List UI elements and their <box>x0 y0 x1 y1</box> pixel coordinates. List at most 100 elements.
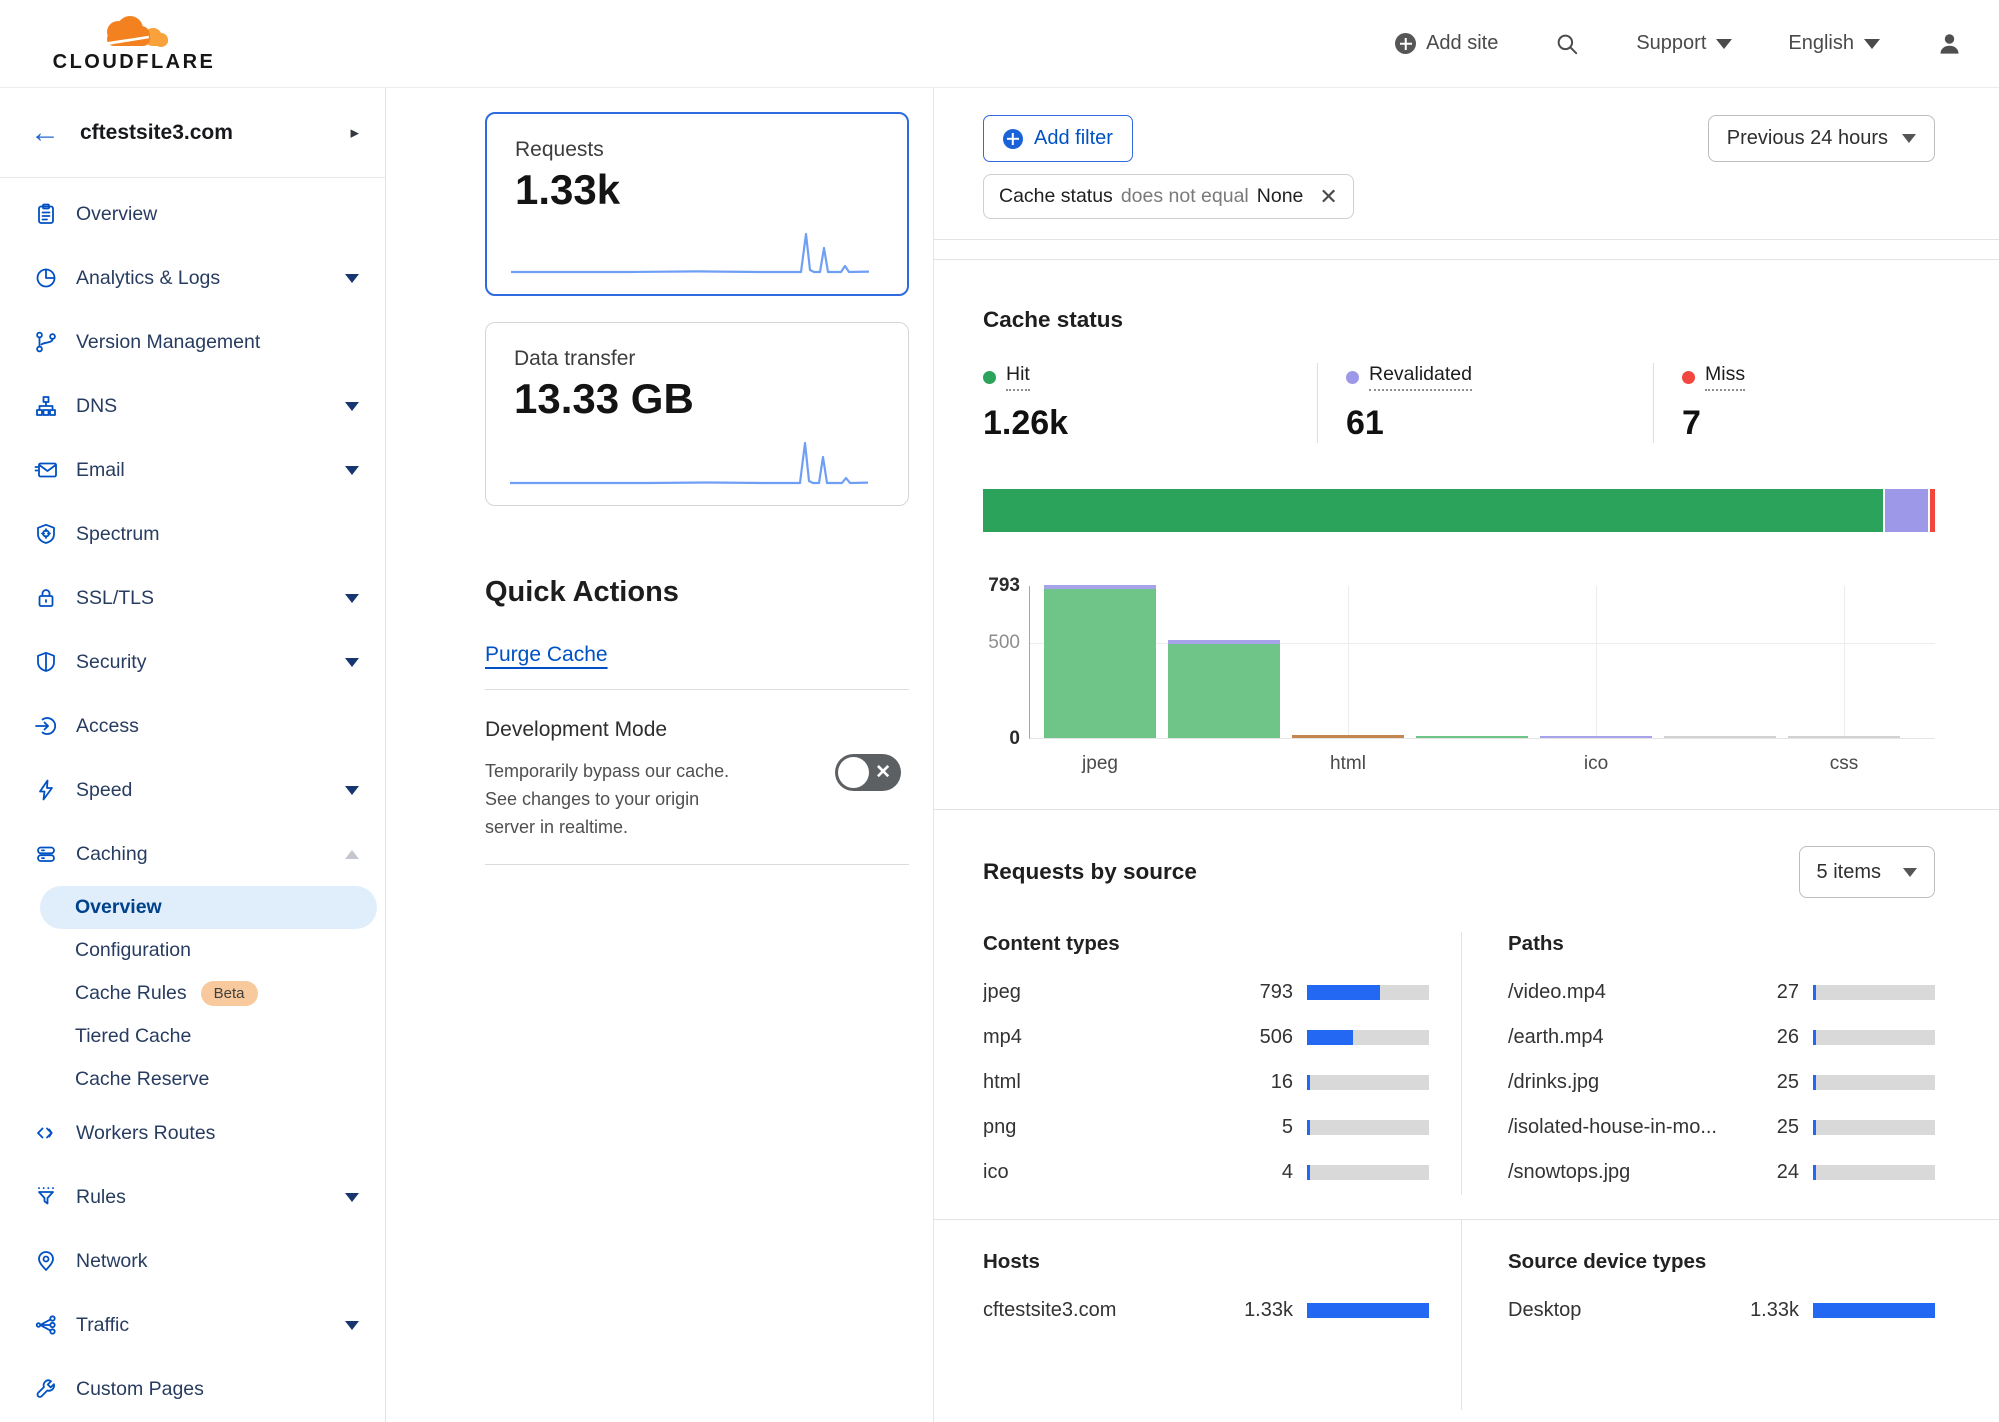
add-site-button[interactable]: Add site <box>1395 32 1498 55</box>
chevron-up-icon <box>345 850 359 859</box>
cache-bar-chart-plot: 7935000jpeghtmlicocss <box>1029 586 1935 739</box>
sidebar-item-ssl-tls[interactable]: SSL/TLS <box>0 566 385 630</box>
chevron-right-icon[interactable]: ▸ <box>350 123 359 143</box>
development-mode-title: Development Mode <box>485 718 909 742</box>
table-row[interactable]: /snowtops.jpg 24 <box>1508 1150 1935 1195</box>
table-row[interactable]: cftestsite3.com 1.33k <box>983 1288 1429 1333</box>
y-axis-tick: 0 <box>1009 728 1020 750</box>
sidebar-item-analytics-logs[interactable]: Analytics & Logs <box>0 246 385 310</box>
code-brackets-icon <box>32 1121 60 1145</box>
funnel-icon <box>32 1185 60 1209</box>
meter <box>1307 985 1429 1000</box>
miss-label[interactable]: Miss <box>1705 363 1745 391</box>
language-menu[interactable]: English <box>1788 32 1880 55</box>
sidebar-nav: Overview Analytics & Logs Version Manage… <box>0 178 385 1421</box>
chart-bar-html <box>1292 735 1404 738</box>
requests-value: 1.33k <box>515 166 879 214</box>
hosts-title: Hosts <box>983 1250 1429 1274</box>
branch-icon <box>32 330 60 354</box>
sidebar-item-speed[interactable]: Speed <box>0 758 385 822</box>
cache-status-title: Cache status <box>983 307 1935 333</box>
sidebar-item-caching[interactable]: Caching <box>0 822 385 886</box>
support-menu[interactable]: Support <box>1636 32 1732 55</box>
sidebar-item-network[interactable]: Network <box>0 1229 385 1293</box>
chart-bar-jpeg <box>1044 585 1156 738</box>
table-row[interactable]: jpeg 793 <box>983 970 1429 1015</box>
x-axis-tick: html <box>1330 753 1366 775</box>
data-transfer-card[interactable]: Data transfer 13.33 GB <box>485 322 909 506</box>
meter <box>1307 1303 1429 1318</box>
table-row[interactable]: html 16 <box>983 1060 1429 1105</box>
y-axis-tick: 793 <box>988 575 1020 597</box>
sidebar-subitem-caching-overview[interactable]: Overview <box>40 886 377 929</box>
sidebar-subitem-tiered-cache[interactable]: Tiered Cache <box>40 1015 377 1058</box>
hit-label[interactable]: Hit <box>1006 363 1030 391</box>
chevron-down-icon <box>345 402 359 411</box>
table-row[interactable]: /video.mp4 27 <box>1508 970 1935 1015</box>
gridline <box>1844 586 1845 738</box>
search-button[interactable] <box>1554 31 1580 57</box>
table-row[interactable]: mp4 506 <box>983 1015 1429 1060</box>
remove-filter-icon[interactable]: ✕ <box>1319 186 1337 208</box>
toggle-knob <box>838 757 869 788</box>
chart-bar-segment <box>1168 644 1280 738</box>
table-row[interactable]: png 5 <box>983 1105 1429 1150</box>
filter-bar: Add filter Previous 24 hours <box>983 115 1935 162</box>
sidebar-item-email[interactable]: Email <box>0 438 385 502</box>
stacked-bar-miss <box>1930 489 1935 532</box>
table-row[interactable]: ico 4 <box>983 1150 1429 1195</box>
meter <box>1307 1165 1429 1180</box>
sidebar-item-rules[interactable]: Rules <box>0 1165 385 1229</box>
shield-star-icon <box>32 522 60 546</box>
sidebar-subitem-cache-rules[interactable]: Cache Rules Beta <box>40 972 377 1015</box>
chart-bar-ico <box>1540 736 1652 738</box>
site-selector[interactable]: ← cftestsite3.com ▸ <box>0 88 385 178</box>
sidebar-subitem-cache-reserve[interactable]: Cache Reserve <box>40 1058 377 1101</box>
table-row[interactable]: /earth.mp4 26 <box>1508 1015 1935 1060</box>
wrench-icon <box>32 1377 60 1401</box>
sidebar-item-security[interactable]: Security <box>0 630 385 694</box>
table-row[interactable]: Desktop 1.33k <box>1508 1288 1935 1333</box>
chevron-down-icon <box>1716 39 1732 49</box>
cloudflare-cloud-icon <box>91 15 177 53</box>
chevron-down-icon <box>1902 134 1916 143</box>
sidebar-item-version-management[interactable]: Version Management <box>0 310 385 374</box>
chart-bar-segment <box>1416 736 1528 738</box>
user-account-button[interactable] <box>1936 30 1963 57</box>
chevron-down-icon <box>345 1321 359 1330</box>
sidebar-item-traffic[interactable]: Traffic <box>0 1293 385 1357</box>
chart-bar-segment <box>1664 736 1776 738</box>
chevron-down-icon <box>345 466 359 475</box>
table-row[interactable]: /drinks.jpg 25 <box>1508 1060 1935 1105</box>
cache-status-stacked-bar <box>983 489 1935 532</box>
stacked-bar-revalidated <box>1885 489 1928 532</box>
sidebar-item-custom-pages[interactable]: Custom Pages <box>0 1357 385 1421</box>
data-transfer-label: Data transfer <box>514 347 880 371</box>
x-axis-tick: jpeg <box>1082 753 1118 775</box>
items-count-select[interactable]: 5 items <box>1799 846 1935 898</box>
development-mode-toggle[interactable]: ✕ <box>835 754 901 791</box>
time-range-select[interactable]: Previous 24 hours <box>1708 115 1935 162</box>
sidebar-subitem-configuration[interactable]: Configuration <box>40 929 377 972</box>
sidebar-item-overview[interactable]: Overview <box>0 182 385 246</box>
development-mode-description: Temporarily bypass our cache. See change… <box>485 758 747 842</box>
meter <box>1307 1075 1429 1090</box>
table-row[interactable]: /isolated-house-in-mo... 25 <box>1508 1105 1935 1150</box>
lock-icon <box>32 586 60 610</box>
miss-dot <box>1682 371 1695 384</box>
purge-cache-link[interactable]: Purge Cache <box>485 643 608 667</box>
sidebar-item-spectrum[interactable]: Spectrum <box>0 502 385 566</box>
sidebar-item-workers-routes[interactable]: Workers Routes <box>0 1101 385 1165</box>
filter-chip-field: Cache status <box>999 185 1113 208</box>
revalidated-label[interactable]: Revalidated <box>1369 363 1472 391</box>
sidebar-item-access[interactable]: Access <box>0 694 385 758</box>
back-arrow-icon[interactable]: ← <box>30 118 60 148</box>
add-filter-button[interactable]: Add filter <box>983 115 1133 162</box>
toggle-off-x-icon: ✕ <box>875 761 891 784</box>
requests-card[interactable]: Requests 1.33k <box>485 112 909 296</box>
y-axis-tick: 500 <box>988 632 1020 654</box>
chart-bar-png <box>1416 736 1528 738</box>
divider <box>934 239 1999 240</box>
hit-dot <box>983 371 996 384</box>
sidebar-item-dns[interactable]: DNS <box>0 374 385 438</box>
